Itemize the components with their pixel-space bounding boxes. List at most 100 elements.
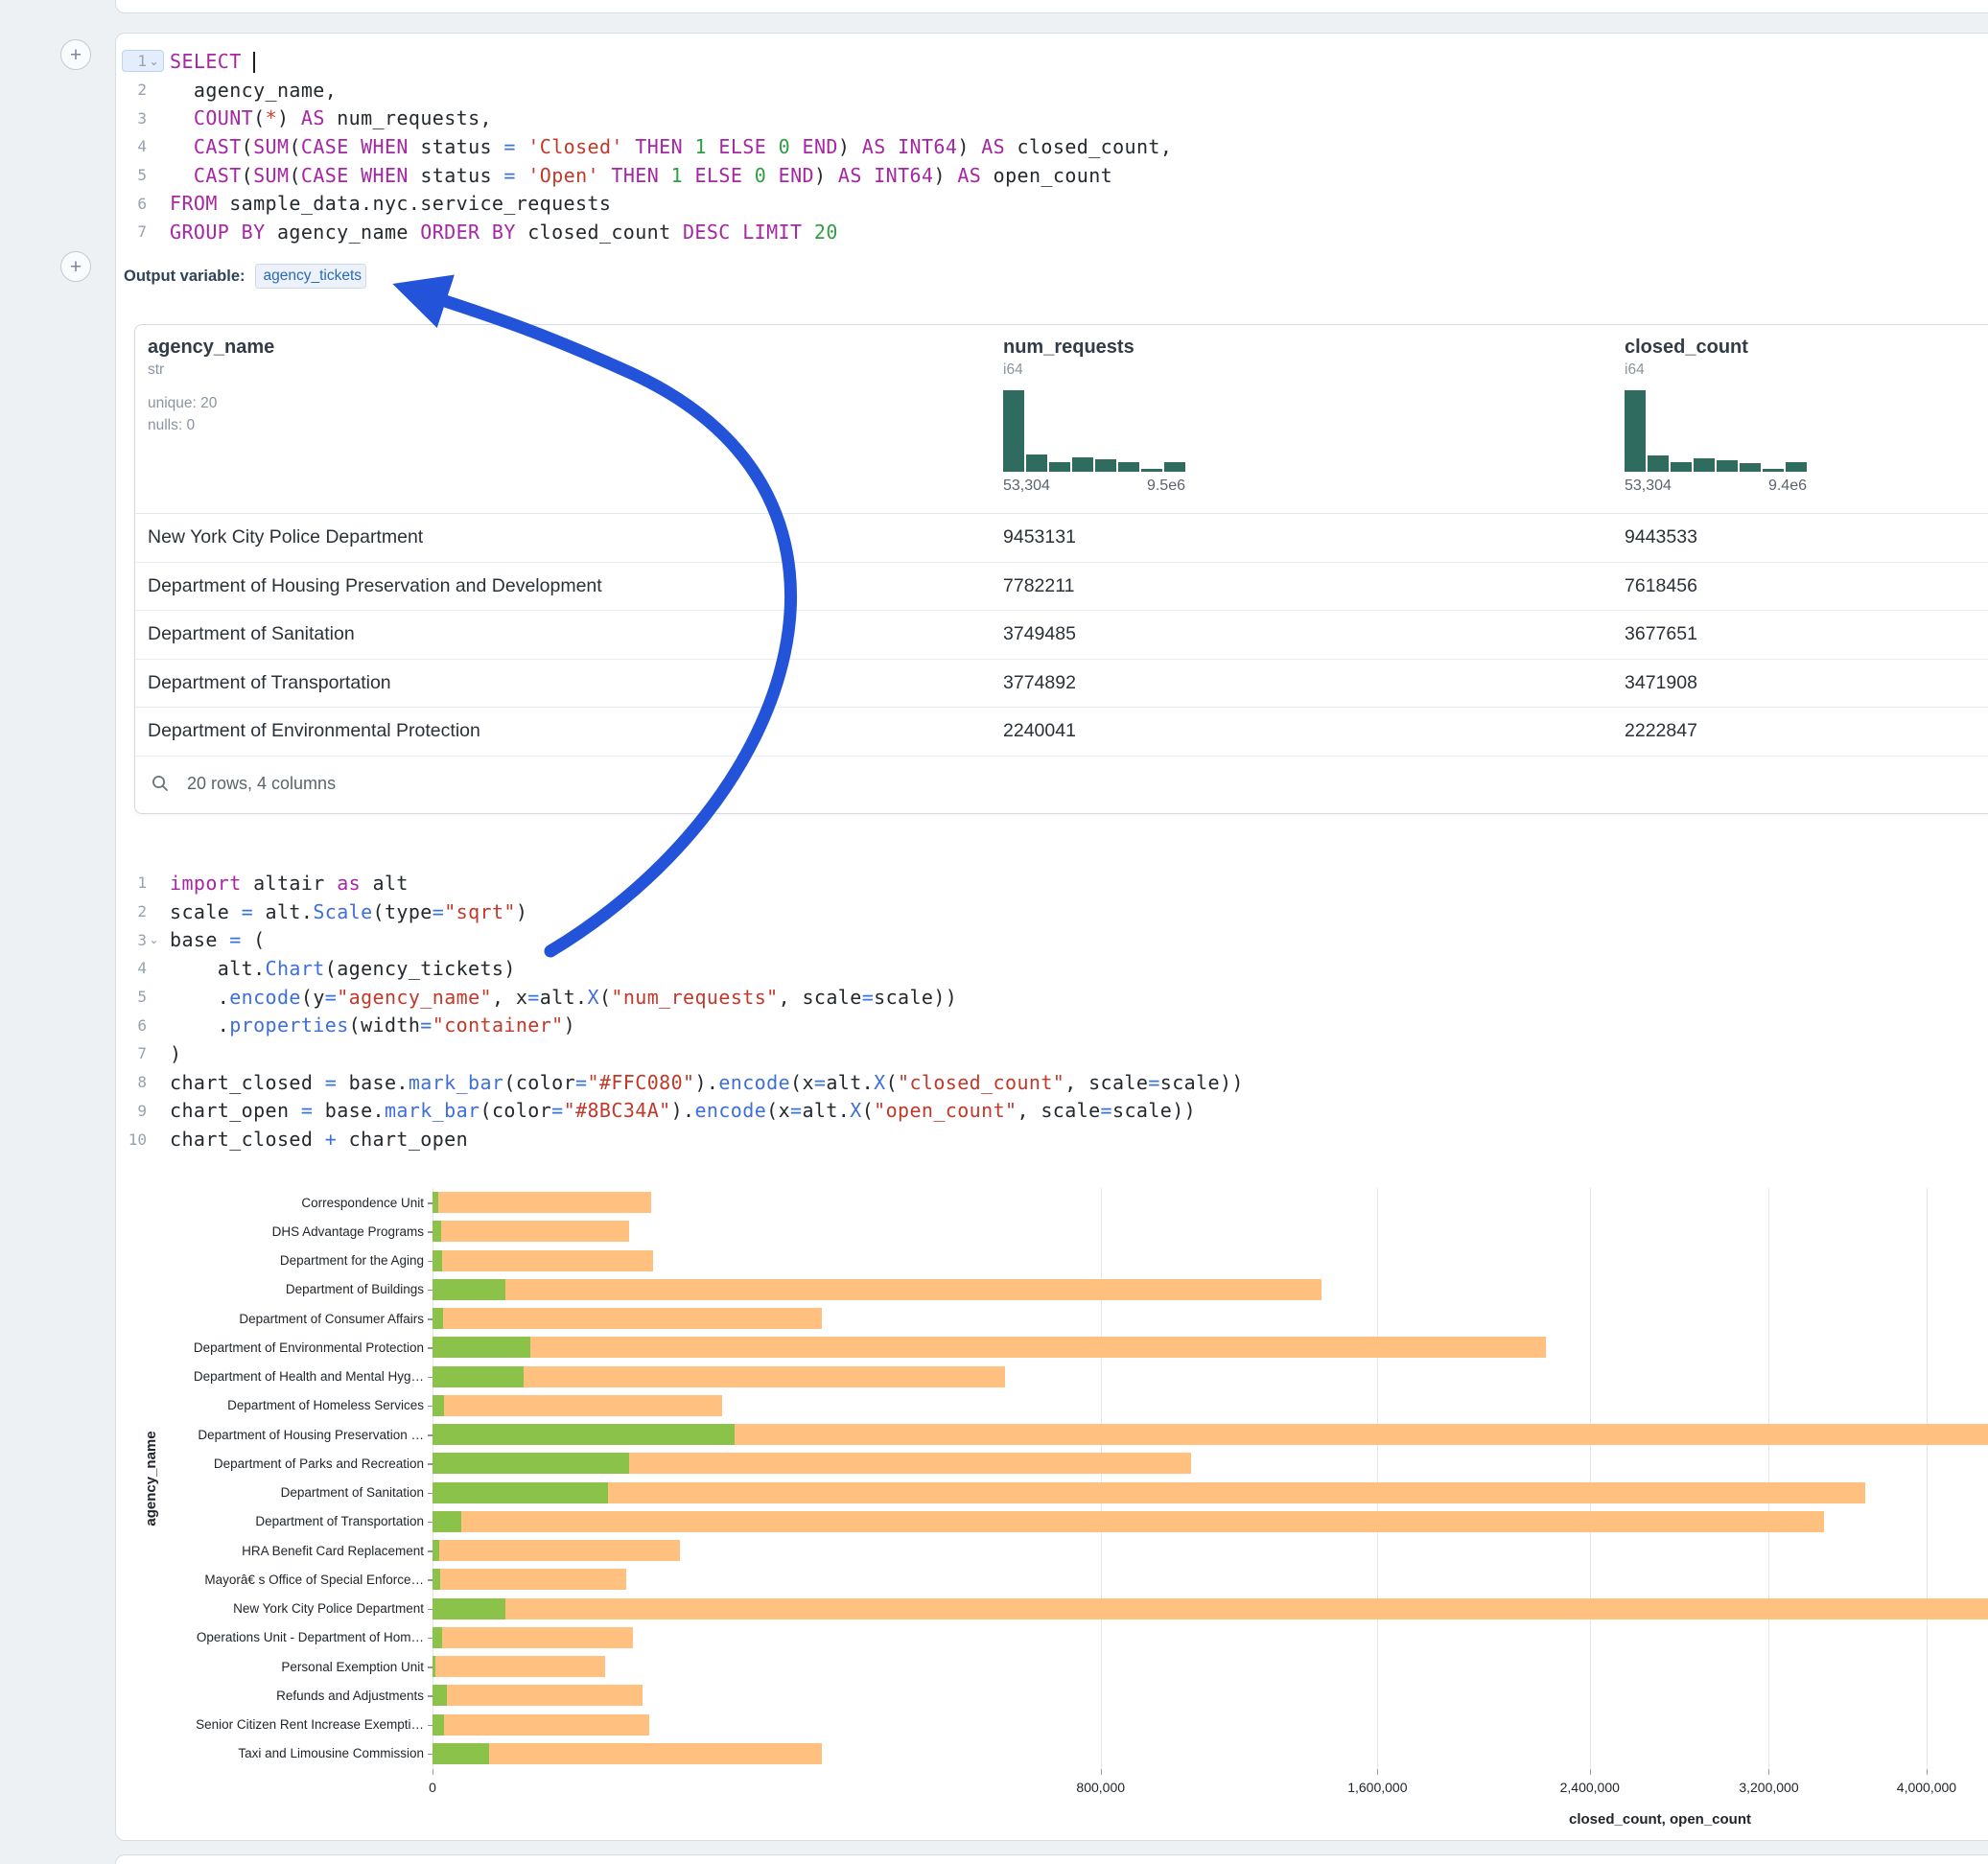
histogram-bar: [1003, 390, 1024, 472]
line-gutter: 7: [122, 221, 164, 243]
add-cell-button[interactable]: +: [60, 39, 91, 70]
sql-editor[interactable]: 1⌄SELECT 2 agency_name,3 COUNT(*) AS num…: [116, 47, 1172, 246]
output-variable-chip[interactable]: agency_tickets: [255, 264, 366, 289]
fold-chevron-icon[interactable]: ⌄: [147, 934, 161, 945]
y-axis-label: Department of Buildings: [116, 1275, 433, 1304]
column-header[interactable]: agency_namestrunique: 20nulls: 0: [148, 337, 274, 434]
x-axis-tick-label: 1,600,000: [1347, 1780, 1407, 1795]
bar-open-count: [433, 1308, 443, 1329]
code-line[interactable]: 6 .properties(width="container"): [116, 1011, 1244, 1039]
bar-closed-count: [433, 1569, 626, 1590]
output-variable-label: Output variable:: [124, 268, 246, 286]
bar-open-count: [433, 1366, 524, 1387]
y-axis-label: Department for the Aging: [116, 1247, 433, 1275]
code-line[interactable]: 1⌄SELECT: [116, 47, 1172, 76]
line-number: 6: [137, 195, 147, 213]
histogram-bar: [1141, 469, 1162, 472]
code-line[interactable]: 4 CAST(SUM(CASE WHEN status = 'Closed' T…: [116, 132, 1172, 161]
table-row[interactable]: Department of Sanitation37494853677651: [135, 611, 1988, 660]
line-gutter: 10: [122, 1129, 164, 1151]
bar-open-count: [433, 1279, 505, 1300]
x-axis-tick-label: 2,400,000: [1560, 1780, 1620, 1795]
code-text: base = (: [170, 928, 266, 951]
output-variable-row: Output variable: agency_tickets: [124, 264, 366, 289]
table-row[interactable]: Department of Environmental Protection22…: [135, 708, 1988, 757]
code-line[interactable]: 5 .encode(y="agency_name", x=alt.X("num_…: [116, 983, 1244, 1012]
histogram-bar: [1095, 459, 1116, 472]
code-line[interactable]: 9chart_open = base.mark_bar(color="#8BC3…: [116, 1097, 1244, 1126]
table-cell: 2240041: [1003, 708, 1076, 756]
code-text: scale = alt.Scale(type="sqrt"): [170, 900, 527, 923]
altair-chart: agency_name Correspondence UnitDHS Advan…: [116, 1188, 1988, 1840]
gridline: [1101, 1188, 1102, 1769]
line-number: 2: [137, 81, 147, 99]
bar-closed-count: [433, 1250, 653, 1271]
y-axis-label: Operations Unit - Department of Hom…: [116, 1623, 433, 1652]
code-line[interactable]: 8chart_closed = base.mark_bar(color="#FF…: [116, 1068, 1244, 1097]
bar-closed-count: [433, 1395, 722, 1416]
x-axis-tick: [1768, 1769, 1769, 1775]
x-axis-tick: [1377, 1769, 1378, 1775]
code-line[interactable]: 10chart_closed + chart_open: [116, 1125, 1244, 1153]
column-type: i64: [1625, 361, 1807, 379]
bar-closed-count: [433, 1192, 651, 1213]
line-gutter: 3: [122, 107, 164, 129]
line-number: 10: [129, 1130, 147, 1149]
histogram-bar: [1786, 462, 1807, 472]
python-editor[interactable]: 1import altair as alt 2 scale = alt.Scale(…: [116, 869, 1244, 1153]
line-gutter: 2: [122, 900, 164, 922]
line-gutter: 6: [122, 193, 164, 215]
code-line[interactable]: 7): [116, 1039, 1244, 1068]
table-cell: 7618456: [1625, 563, 1697, 611]
histogram-bar: [1625, 390, 1646, 472]
histogram-bar: [1049, 462, 1070, 472]
search-icon[interactable]: [151, 774, 170, 793]
table-cell: Department of Sanitation: [148, 611, 355, 659]
code-line[interactable]: 2 agency_name,: [116, 76, 1172, 105]
histogram-bar: [1164, 462, 1185, 472]
code-line[interactable]: 4 alt.Chart(agency_tickets): [116, 954, 1244, 983]
fold-chevron-icon[interactable]: ⌄: [147, 56, 161, 67]
bar-open-count: [433, 1743, 489, 1764]
bar-closed-count: [433, 1482, 1865, 1503]
histogram-bar: [1118, 462, 1139, 472]
gridline: [1768, 1188, 1769, 1769]
line-gutter: 4: [122, 957, 164, 979]
gridline: [1377, 1188, 1378, 1769]
code-text: .encode(y="agency_name", x=alt.X("num_re…: [170, 986, 957, 1009]
code-text: GROUP BY agency_name ORDER BY closed_cou…: [170, 221, 838, 244]
column-histogram: [1625, 390, 1807, 472]
code-text: CAST(SUM(CASE WHEN status = 'Closed' THE…: [170, 135, 1172, 158]
y-axis-label: Department of Environmental Protection: [116, 1333, 433, 1362]
column-meta: nulls: 0: [148, 417, 274, 434]
add-cell-button[interactable]: +: [60, 251, 91, 282]
histogram-bar: [1026, 454, 1047, 472]
code-line[interactable]: 2 scale = alt.Scale(type="sqrt"): [116, 897, 1244, 926]
histogram-bar: [1671, 462, 1692, 472]
y-axis-label: Department of Health and Mental Hyg…: [116, 1363, 433, 1391]
column-header[interactable]: num_requestsi6453,3049.5e6: [1003, 337, 1185, 495]
code-line[interactable]: 7 GROUP BY agency_name ORDER BY closed_co…: [116, 218, 1172, 246]
code-line[interactable]: 5 CAST(SUM(CASE WHEN status = 'Open' THE…: [116, 161, 1172, 190]
table-row[interactable]: New York City Police Department945313194…: [135, 514, 1988, 563]
column-header[interactable]: closed_counti6453,3049.4e6: [1625, 337, 1807, 495]
code-line[interactable]: 6FROM sample_data.nyc.service_requests: [116, 189, 1172, 218]
table-row[interactable]: Department of Transportation377489234719…: [135, 660, 1988, 709]
line-number: 3: [137, 109, 147, 128]
code-line[interactable]: 3 COUNT(*) AS num_requests,: [116, 104, 1172, 132]
bar-open-count: [433, 1685, 447, 1706]
bar-open-count: [433, 1569, 440, 1590]
code-line[interactable]: 3⌄base = (: [116, 925, 1244, 954]
code-text: chart_open = base.mark_bar(color="#8BC34…: [170, 1099, 1196, 1122]
table-row[interactable]: Department of Housing Preservation and D…: [135, 563, 1988, 612]
table-footer: 20 rows, 4 columns: [135, 754, 336, 813]
x-axis-tick: [1101, 1769, 1102, 1775]
bar-closed-count: [433, 1598, 1988, 1619]
table-cell: 3471908: [1625, 660, 1697, 708]
bar-closed-count: [433, 1279, 1321, 1300]
code-line[interactable]: 1import altair as alt: [116, 869, 1244, 897]
bar-open-count: [433, 1221, 441, 1242]
line-number: 7: [137, 222, 147, 241]
line-gutter: 5: [122, 164, 164, 186]
bar-open-count: [433, 1250, 442, 1271]
